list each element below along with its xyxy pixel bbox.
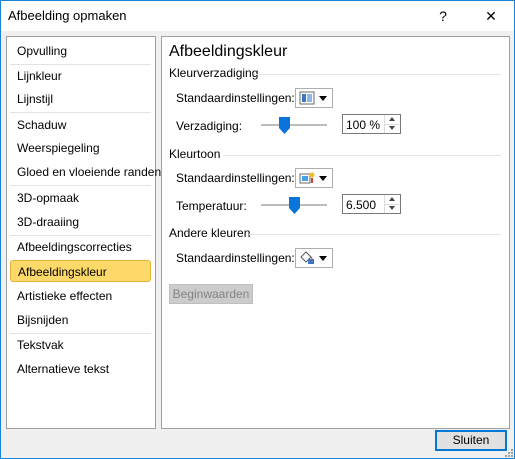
recolor-icon xyxy=(300,251,314,264)
close-icon[interactable]: ✕ xyxy=(468,1,514,31)
nav-item-lijnkleur[interactable]: Lijnkleur xyxy=(10,65,151,87)
chevron-down-icon xyxy=(319,96,327,101)
divider xyxy=(223,155,501,156)
saturation-spinbox[interactable]: 100 % xyxy=(342,114,401,134)
tone-preset-dropdown[interactable] xyxy=(295,168,333,188)
slider-track xyxy=(261,124,327,126)
tone-preset-label: Standaardinstellingen: xyxy=(176,171,295,185)
close-button[interactable]: Sluiten xyxy=(435,430,507,451)
divider xyxy=(10,112,151,113)
slider-thumb[interactable] xyxy=(279,117,290,134)
slider-thumb[interactable] xyxy=(289,197,300,214)
recolor-preset-dropdown[interactable] xyxy=(295,248,333,268)
nav-item-opvulling[interactable]: Opvulling xyxy=(10,40,151,62)
spin-down-icon[interactable] xyxy=(385,124,399,133)
resize-grip-icon[interactable] xyxy=(503,447,513,457)
color-tone-icon xyxy=(299,172,315,184)
nav-item-artistieke-effecten[interactable]: Artistieke effecten xyxy=(10,285,151,307)
reset-button[interactable]: Beginwaarden xyxy=(169,284,253,304)
section-heading-recolor: Andere kleuren xyxy=(169,226,251,240)
section-heading-tone: Kleurtoon xyxy=(169,147,221,161)
spin-down-icon[interactable] xyxy=(385,204,399,213)
nav-item-schaduw[interactable]: Schaduw xyxy=(10,114,151,136)
saturation-value: 100 % xyxy=(346,118,381,132)
nav-item-alternatieve-tekst[interactable]: Alternatieve tekst xyxy=(10,358,151,380)
dialog-window: Afbeelding opmaken ? ✕ Opvulling Lijnkle… xyxy=(0,0,515,459)
settings-panel: Afbeeldingskleur Kleurverzadiging Standa… xyxy=(161,36,510,429)
saturation-preset-dropdown[interactable] xyxy=(295,88,333,108)
nav-item-3d-draaiing[interactable]: 3D-draaiing xyxy=(10,211,151,233)
help-button[interactable]: ? xyxy=(420,1,466,31)
nav-item-bijsnijden[interactable]: Bijsnijden xyxy=(10,309,151,331)
recolor-preset-label: Standaardinstellingen: xyxy=(176,251,295,265)
nav-item-afbeeldingskleur[interactable]: Afbeeldingskleur xyxy=(10,260,151,282)
nav-item-weerspiegeling[interactable]: Weerspiegeling xyxy=(10,137,151,159)
temperature-slider[interactable] xyxy=(261,197,327,214)
dialog-title: Afbeelding opmaken xyxy=(8,8,127,23)
nav-item-lijnstijl[interactable]: Lijnstijl xyxy=(10,88,151,110)
nav-item-gloed[interactable]: Gloed en vloeiende randen xyxy=(10,161,161,183)
chevron-down-icon xyxy=(319,256,327,261)
spin-buttons xyxy=(384,115,400,133)
temperature-label: Temperatuur: xyxy=(176,199,247,213)
category-list: Opvulling Lijnkleur Lijnstijl Schaduw We… xyxy=(6,36,161,429)
nav-item-3d-opmaak[interactable]: 3D-opmaak xyxy=(10,187,151,209)
saturation-slider[interactable] xyxy=(261,117,327,134)
nav-item-tekstvak[interactable]: Tekstvak xyxy=(10,334,151,356)
dialog-body: Opvulling Lijnkleur Lijnstijl Schaduw We… xyxy=(1,31,514,458)
saturation-presets-icon xyxy=(299,91,315,105)
temperature-spinbox[interactable]: 6.500 xyxy=(342,194,401,214)
nav-item-afbeeldingscorrecties[interactable]: Afbeeldingscorrecties xyxy=(10,236,151,258)
divider xyxy=(254,74,501,75)
saturation-preset-label: Standaardinstellingen: xyxy=(176,91,295,105)
section-heading-saturation: Kleurverzadiging xyxy=(169,66,259,80)
temperature-value: 6.500 xyxy=(346,198,377,212)
chevron-down-icon xyxy=(319,176,327,181)
saturation-value-label: Verzadiging: xyxy=(176,119,243,133)
spin-buttons xyxy=(384,195,400,213)
divider xyxy=(249,234,501,235)
panel-title: Afbeeldingskleur xyxy=(169,43,288,60)
title-bar[interactable]: Afbeelding opmaken ? ✕ xyxy=(1,1,514,31)
divider xyxy=(10,185,151,186)
